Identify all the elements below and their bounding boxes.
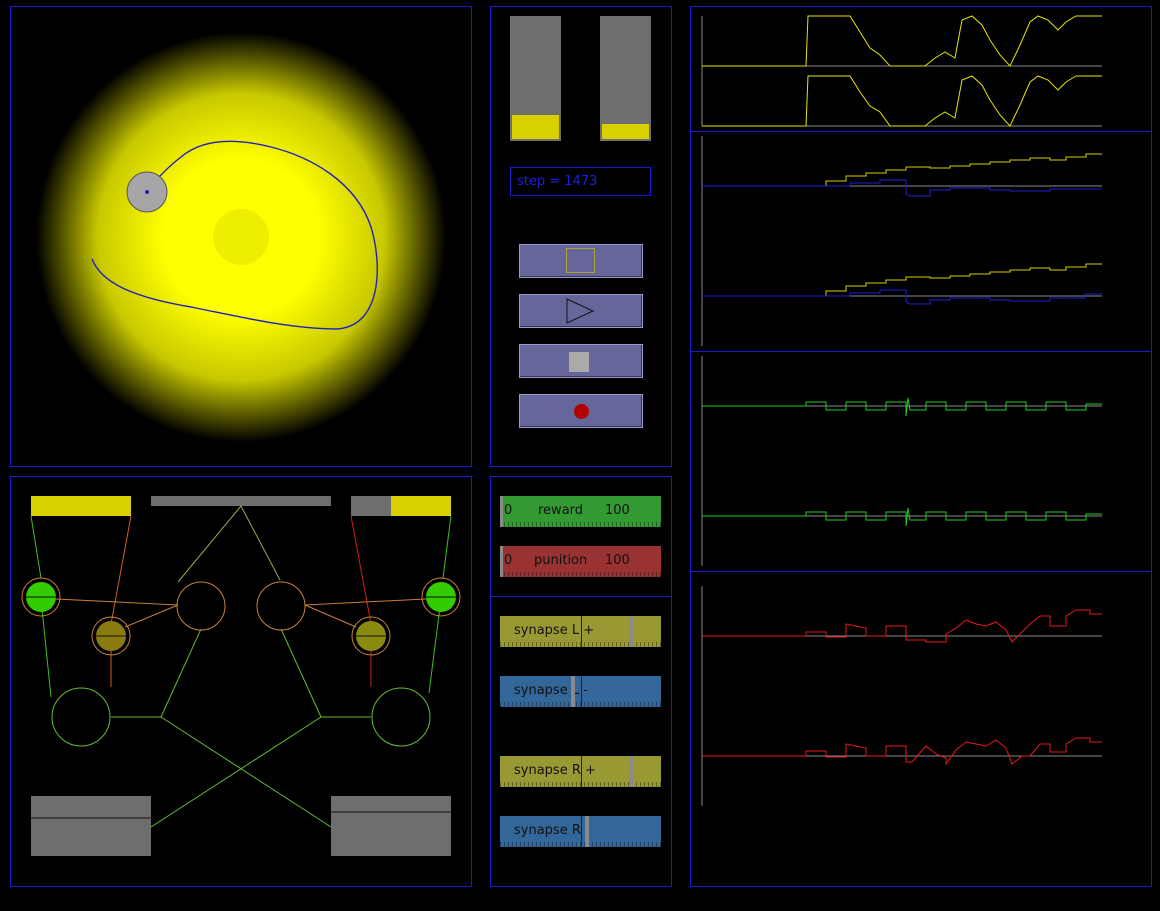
synapse-r-minus-slider[interactable]: synapse R - [500, 816, 661, 847]
synapse-r-minus-thumb[interactable] [585, 816, 589, 847]
arena-panel[interactable] [10, 6, 472, 467]
left-meter [510, 16, 561, 141]
scope-activity-panel [690, 351, 1152, 572]
stop-button[interactable] [519, 344, 643, 378]
reward-slider[interactable]: 0 reward 100 [500, 496, 661, 527]
synapse-l-minus-label: synapse L - [514, 683, 588, 698]
synapse-l-plus-thumb[interactable] [629, 616, 633, 647]
record-button[interactable] [519, 394, 643, 428]
synapse-l-plus-label: synapse L + [514, 623, 595, 638]
step-button[interactable] [519, 244, 643, 278]
punition-min: 0 [504, 553, 513, 568]
play-icon [566, 298, 595, 324]
punition-max: 100 [605, 553, 630, 568]
punition-slider-thumb[interactable] [500, 546, 503, 577]
left-light-sensor [31, 496, 131, 516]
record-icon [574, 404, 589, 419]
synapse-l-plus-slider[interactable]: synapse L + [500, 616, 661, 647]
scope-weights-panel [690, 131, 1152, 352]
scope-light-panel [690, 6, 1152, 132]
synapse-l-minus-slider[interactable]: synapse L - [500, 676, 661, 707]
neuron-motor-right [371, 687, 431, 747]
center-sensor-bar [151, 496, 331, 506]
reward-panel [490, 476, 672, 597]
light-source-center [213, 209, 269, 265]
step-counter: step = 1473 [510, 167, 651, 196]
scope-reinforcement-panel [690, 571, 1152, 887]
left-motor-output [31, 796, 151, 856]
robot-center-dot [145, 190, 149, 194]
stop-icon [569, 352, 589, 372]
neuron-hidden-right [256, 581, 306, 631]
arena-canvas[interactable] [11, 7, 471, 466]
synapse-r-minus-label: synapse R - [514, 823, 590, 838]
synapse-r-plus-label: synapse R + [514, 763, 596, 778]
step-frame-icon [566, 248, 595, 273]
right-meter [600, 16, 651, 141]
synapse-r-plus-thumb[interactable] [629, 756, 633, 787]
reward-max: 100 [605, 503, 630, 518]
synapse-r-plus-slider[interactable]: synapse R + [500, 756, 661, 787]
network-panel [10, 476, 472, 887]
neuron-motor-left [51, 687, 111, 747]
right-motor-output [331, 796, 451, 856]
right-meter-fill [602, 124, 649, 139]
reward-label: reward [538, 503, 584, 518]
neuron-hidden-left [176, 581, 226, 631]
punition-slider[interactable]: 0 punition 100 [500, 546, 661, 577]
left-meter-fill [512, 115, 559, 139]
play-button[interactable] [519, 294, 643, 328]
neural-network-diagram [21, 496, 461, 856]
right-light-sensor-fill [391, 496, 451, 516]
synapse-l-minus-thumb[interactable] [571, 676, 575, 707]
reward-slider-thumb[interactable] [500, 496, 503, 527]
punition-label: punition [534, 553, 588, 568]
reward-min: 0 [504, 503, 513, 518]
